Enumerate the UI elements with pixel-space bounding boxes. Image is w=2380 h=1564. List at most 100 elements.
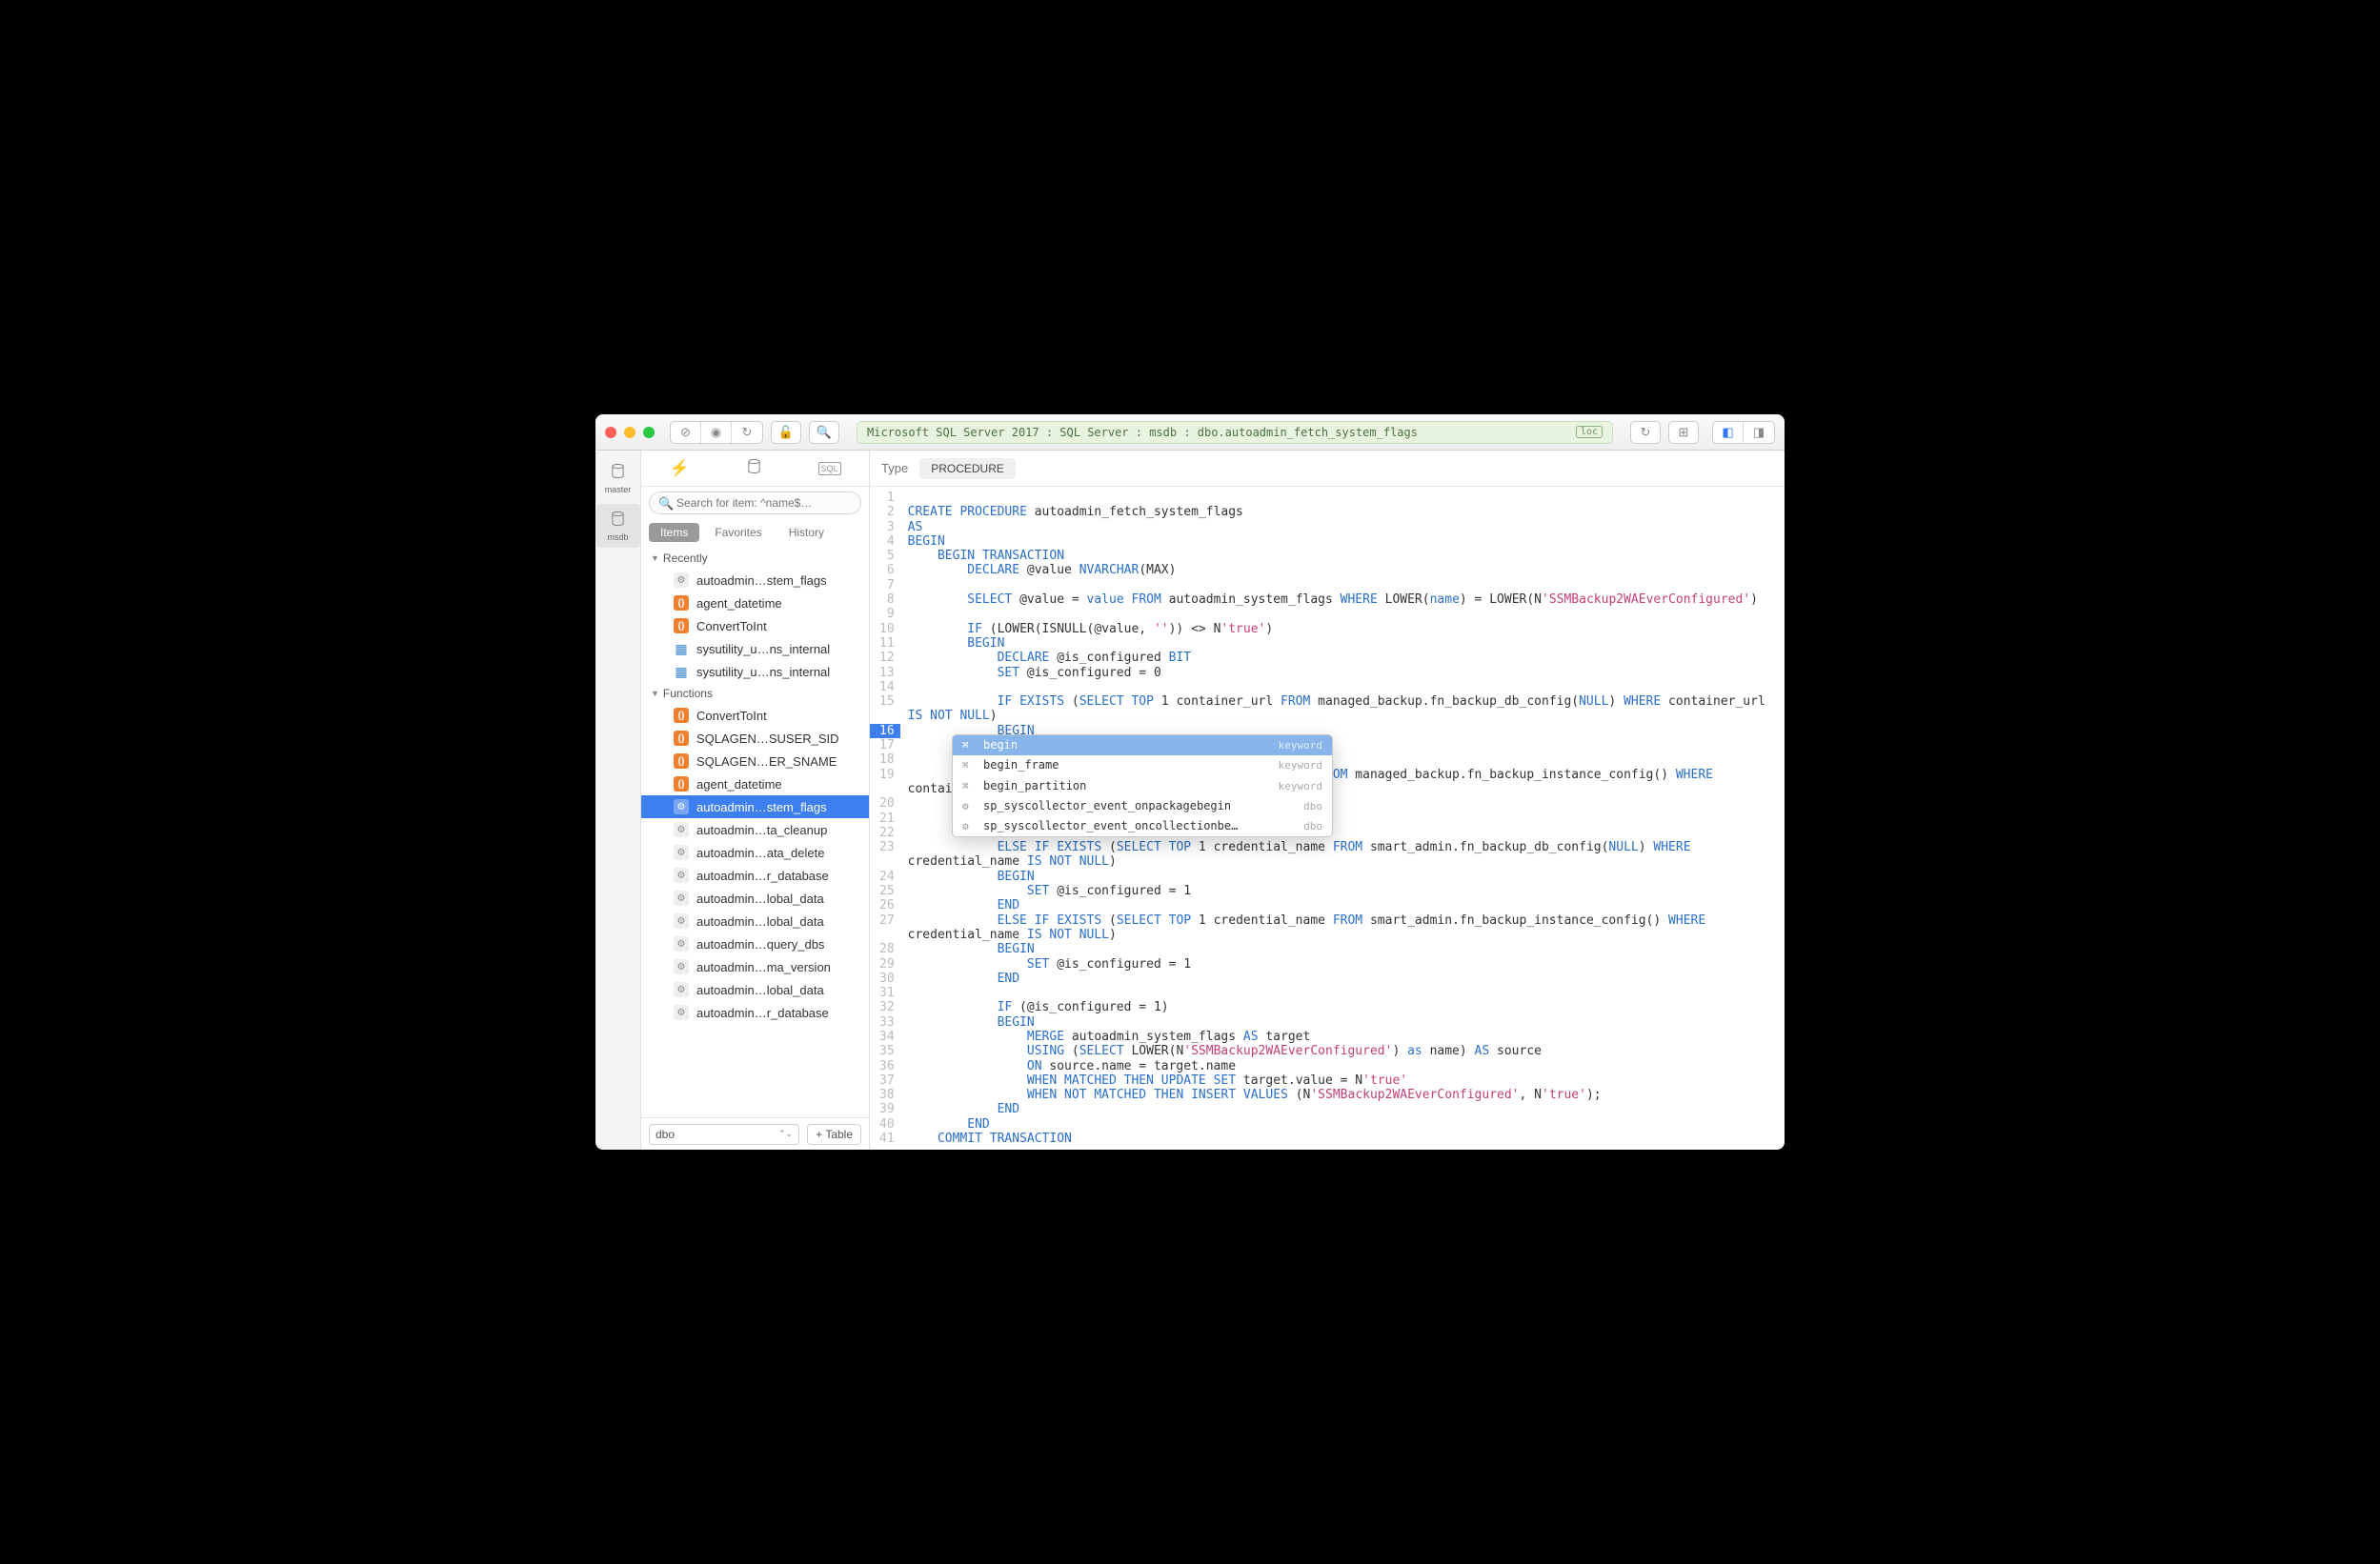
sidebar-tab[interactable]: Items bbox=[649, 523, 699, 542]
location-badge: loc bbox=[1576, 426, 1603, 438]
schema-selector[interactable]: dbo ⌃⌄ bbox=[649, 1124, 799, 1145]
tree-group[interactable]: Recently bbox=[641, 548, 869, 569]
tree-item[interactable]: ()agent_datetime bbox=[641, 772, 869, 795]
db-rail-item[interactable]: master bbox=[596, 456, 640, 500]
chevron-updown-icon: ⌃⌄ bbox=[778, 1129, 793, 1139]
tree-item[interactable]: ⚙ autoadmin…query_dbs bbox=[641, 932, 869, 955]
view-button[interactable]: ◉ bbox=[701, 422, 732, 443]
autocomplete-item[interactable]: ⌘begin_partitionkeyword bbox=[953, 776, 1332, 796]
gear-icon: ⚙ bbox=[674, 982, 689, 997]
lock-button[interactable]: 🔓 bbox=[771, 421, 801, 444]
completion-icon: ⚙ bbox=[962, 819, 976, 833]
sidebar-toggle[interactable]: ◧ bbox=[1713, 422, 1744, 443]
tree: Recently⚙autoadmin…stem_flags()agent_dat… bbox=[641, 546, 869, 1117]
autocomplete-item[interactable]: ⚙sp_syscollector_event_oncollectionbe…db… bbox=[953, 816, 1332, 836]
gear-icon: ⚙ bbox=[674, 913, 689, 929]
function-icon: () bbox=[674, 595, 689, 611]
autocomplete-item[interactable]: ⌘begin_framekeyword bbox=[953, 755, 1332, 775]
tree-item[interactable]: ▦sysutility_u…ns_internal bbox=[641, 660, 869, 683]
autocomplete-item[interactable]: ⌘beginkeyword bbox=[953, 735, 1332, 755]
tree-item[interactable]: ⚙autoadmin…stem_flags bbox=[641, 795, 869, 818]
sidebar-tab[interactable]: Favorites bbox=[703, 523, 773, 542]
minimize-icon[interactable] bbox=[624, 427, 635, 438]
add-table-button[interactable]: + Table bbox=[807, 1124, 861, 1145]
app-window: ⊘ ◉ ↻ 🔓 🔍 Microsoft SQL Server 2017 : SQ… bbox=[595, 414, 1785, 1150]
autocomplete-popup: ⌘beginkeyword⌘begin_framekeyword⌘begin_p… bbox=[952, 734, 1333, 837]
table-icon: ▦ bbox=[674, 641, 689, 656]
tree-item[interactable]: ⚙autoadmin…ma_version bbox=[641, 955, 869, 978]
completion-type: keyword bbox=[1279, 758, 1322, 772]
tree-item[interactable]: ⚙autoadmin…lobal_data bbox=[641, 887, 869, 910]
sidebar-tools: ⚡ SQL bbox=[641, 451, 869, 487]
gear-icon: ⚙ bbox=[674, 822, 689, 837]
table-icon: ▦ bbox=[674, 664, 689, 679]
completion-icon: ⚙ bbox=[962, 799, 976, 813]
breadcrumb[interactable]: Microsoft SQL Server 2017 : SQL Server :… bbox=[857, 421, 1613, 444]
database-icon bbox=[610, 463, 626, 484]
type-label: Type bbox=[881, 461, 908, 475]
gear-icon: ⚙ bbox=[674, 572, 689, 588]
tree-item-label: autoadmin…stem_flags bbox=[696, 800, 827, 814]
completion-name: begin bbox=[983, 738, 1018, 752]
tree-item[interactable]: () ConvertToInt bbox=[641, 704, 869, 727]
panel-toggle[interactable]: ◨ bbox=[1744, 422, 1774, 443]
window-controls bbox=[605, 427, 655, 438]
tree-item[interactable]: ⚙autoadmin…stem_flags bbox=[641, 569, 869, 592]
tree-item[interactable]: ()agent_datetime bbox=[641, 592, 869, 614]
tree-item[interactable]: ()SQLAGEN…SUSER_SID bbox=[641, 727, 869, 750]
tree-item[interactable]: ▦ sysutility_u…ns_internal bbox=[641, 637, 869, 660]
tree-item[interactable]: ⚙autoadmin…lobal_data bbox=[641, 910, 869, 932]
titlebar: ⊘ ◉ ↻ 🔓 🔍 Microsoft SQL Server 2017 : SQ… bbox=[595, 414, 1785, 451]
search-icon: 🔍 bbox=[658, 496, 674, 511]
tree-item[interactable]: ⚙ autoadmin…lobal_data bbox=[641, 978, 869, 1001]
plug-icon[interactable]: ⚡ bbox=[669, 459, 689, 478]
completion-icon: ⌘ bbox=[962, 738, 976, 752]
completion-icon: ⌘ bbox=[962, 779, 976, 793]
close-icon[interactable] bbox=[605, 427, 616, 438]
code-editor[interactable]: 123456789101112131415 16171819 20212223 … bbox=[870, 487, 1785, 1150]
tree-item[interactable]: ⚙ autoadmin…ta_cleanup bbox=[641, 818, 869, 841]
tree-item-label: sysutility_u…ns_internal bbox=[696, 642, 830, 656]
maximize-icon[interactable] bbox=[643, 427, 655, 438]
autocomplete-item[interactable]: ⚙sp_syscollector_event_onpackagebegindbo bbox=[953, 796, 1332, 816]
nav-group: ⊘ ◉ ↻ bbox=[670, 421, 763, 444]
tree-item-label: autoadmin…r_database bbox=[696, 869, 829, 883]
tree-item-label: agent_datetime bbox=[696, 777, 782, 792]
tree-item[interactable]: ⚙ autoadmin…ata_delete bbox=[641, 841, 869, 864]
database-icon[interactable] bbox=[746, 458, 762, 479]
tree-item-label: autoadmin…lobal_data bbox=[696, 983, 824, 997]
sidebar: ⚡ SQL 🔍 ItemsFavoritesHistory Recently⚙a… bbox=[641, 451, 870, 1150]
db-rail-item[interactable]: msdb bbox=[596, 504, 640, 548]
completion-name: begin_frame bbox=[983, 758, 1059, 772]
database-icon bbox=[610, 511, 626, 531]
tree-item-label: autoadmin…ta_cleanup bbox=[696, 823, 827, 837]
sidebar-tab[interactable]: History bbox=[777, 523, 836, 542]
gear-icon: ⚙ bbox=[674, 1005, 689, 1020]
main-panel: Type PROCEDURE 123456789101112131415 161… bbox=[870, 451, 1785, 1150]
tree-item[interactable]: ⚙ autoadmin…r_database bbox=[641, 864, 869, 887]
function-icon: () bbox=[674, 753, 689, 769]
tree-item[interactable]: ⚙autoadmin…r_database bbox=[641, 1001, 869, 1024]
tree-item[interactable]: ()ConvertToInt bbox=[641, 614, 869, 637]
search-input[interactable] bbox=[649, 491, 861, 514]
grid-button[interactable]: ⊞ bbox=[1668, 421, 1699, 444]
database-rail: mastermsdb bbox=[595, 451, 641, 1150]
function-icon: () bbox=[674, 708, 689, 723]
tree-item-label: autoadmin…lobal_data bbox=[696, 892, 824, 906]
stop-button[interactable]: ⊘ bbox=[671, 422, 701, 443]
gear-icon: ⚙ bbox=[674, 868, 689, 883]
tree-item-label: autoadmin…query_dbs bbox=[696, 937, 824, 952]
tree-group[interactable]: Functions bbox=[641, 683, 869, 704]
gear-icon: ⚙ bbox=[674, 936, 689, 952]
reload-button[interactable]: ↻ bbox=[1630, 421, 1661, 444]
sql-icon[interactable]: SQL bbox=[818, 462, 841, 475]
function-icon: () bbox=[674, 618, 689, 633]
completion-name: sp_syscollector_event_oncollectionbe… bbox=[983, 819, 1238, 833]
type-value[interactable]: PROCEDURE bbox=[919, 458, 1016, 479]
tree-item-label: ConvertToInt bbox=[696, 709, 767, 723]
tree-item[interactable]: ()SQLAGEN…ER_SNAME bbox=[641, 750, 869, 772]
refresh-button[interactable]: ↻ bbox=[732, 422, 762, 443]
tree-item-label: autoadmin…ata_delete bbox=[696, 846, 824, 860]
search-button[interactable]: 🔍 bbox=[809, 421, 839, 444]
gear-icon: ⚙ bbox=[674, 845, 689, 860]
